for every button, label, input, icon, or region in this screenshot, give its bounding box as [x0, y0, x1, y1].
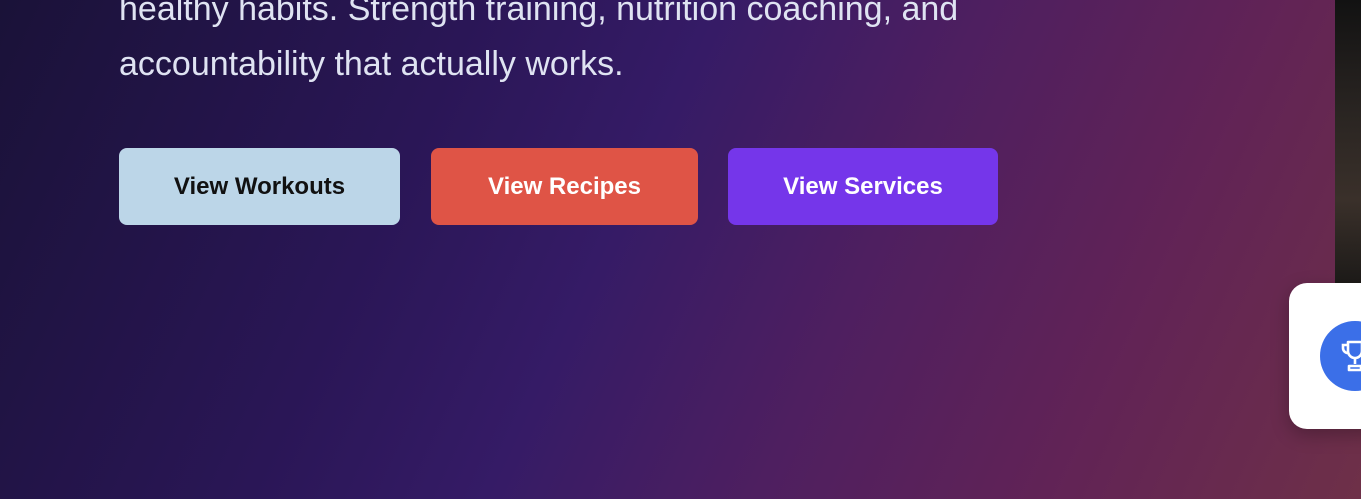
- achievement-card: [1289, 283, 1361, 429]
- view-services-button[interactable]: View Services: [728, 148, 998, 225]
- hero-description-line-1: healthy habits. Strength training, nutri…: [119, 0, 959, 28]
- gym-photo: [1335, 0, 1361, 286]
- hero-description-line-2: accountability that actually works.: [119, 45, 624, 83]
- trophy-icon: [1341, 340, 1361, 372]
- view-recipes-button[interactable]: View Recipes: [431, 148, 698, 225]
- view-workouts-button[interactable]: View Workouts: [119, 148, 400, 225]
- trophy-badge: [1320, 321, 1361, 391]
- hero-description: healthy habits. Strength training, nutri…: [119, 0, 1299, 92]
